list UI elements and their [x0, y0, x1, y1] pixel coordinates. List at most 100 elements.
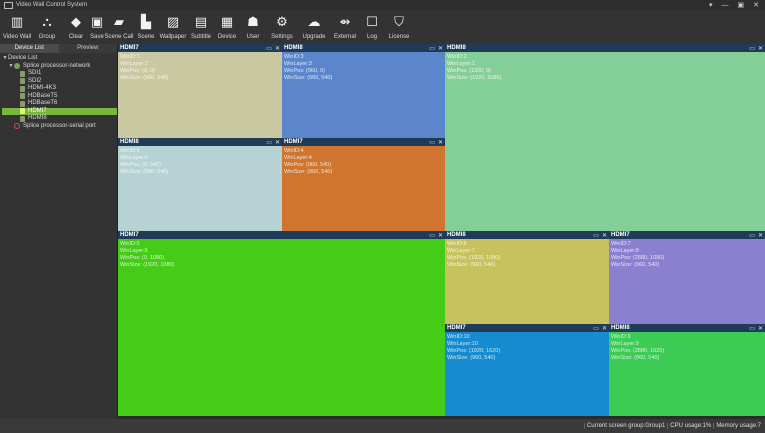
toolbar-clear-label: Clear — [68, 34, 84, 40]
maximize-icon[interactable]: ▣ — [738, 1, 745, 9]
toolbar-wallpaper-button[interactable]: ▨ Wallpaper — [158, 10, 188, 44]
toolbar-video-wall-button[interactable]: ▥ Video Wall — [2, 10, 32, 44]
video-window[interactable]: HDMI8 ▭ ✕ WinID:6 WinLayer:6 WinPos: (0, 540)… — [118, 138, 282, 231]
upgrade-icon: ☁ — [304, 14, 324, 32]
window-controls: ▭ ✕ — [749, 325, 763, 332]
tab-device-list[interactable]: Device List — [0, 44, 59, 53]
window-source-name: HDMI8 — [120, 139, 139, 145]
window-info-line: WinPos: (0, 0) — [120, 68, 155, 74]
toolbar-scene-call-button[interactable]: ▰ Scene Call — [104, 10, 134, 44]
window-info: WinID:3 WinLayer:3 WinPos: (960, 0) WinSize… — [282, 52, 445, 138]
window-header[interactable]: HDMI7 ▭ ✕ — [282, 138, 445, 146]
window-close-icon[interactable]: ✕ — [602, 232, 607, 239]
tree-item-label: HDMI8 — [28, 115, 47, 121]
window-controls: ▭ ✕ — [429, 45, 443, 52]
window-close-icon[interactable]: ✕ — [758, 325, 763, 332]
toolbar-save-button[interactable]: ▣ Save — [90, 10, 104, 44]
window-maximize-icon[interactable]: ▭ — [749, 232, 755, 239]
tree-item[interactable]: SDI1 — [2, 70, 117, 78]
window-header[interactable]: HDMI8 ▭ ✕ — [445, 44, 765, 52]
minimize-icon[interactable]: — — [722, 2, 729, 9]
window-maximize-icon[interactable]: ▭ — [266, 139, 272, 146]
video-window[interactable]: HDMI7 ▭ ✕ WinID:4 WinLayer:4 WinPos: (960, 54… — [282, 138, 445, 231]
tree-item[interactable]: HDBaseT6 — [2, 100, 117, 108]
toolbar-log-label: Log — [366, 34, 377, 40]
window-header[interactable]: HDMI7 ▭ ✕ — [118, 44, 282, 52]
window-source-name: HDMI8 — [447, 232, 466, 238]
video-wall-canvas[interactable]: HDMI7 ▭ ✕ WinID:1 WinLayer:2 WinPos: (0, 0) Wi… — [118, 44, 765, 419]
tree-item[interactable]: HDBaseT5 — [2, 93, 117, 101]
video-window[interactable]: HDMI7 ▭ ✕ WinID:7 WinLayer:8 WinPos: (2880, 1… — [609, 231, 765, 324]
toolbar-device-button[interactable]: ▦ Device — [214, 10, 240, 44]
video-window[interactable]: HDMI7 ▭ ✕ WinID:1 WinLayer:2 WinPos: (0, 0) Wi… — [118, 44, 282, 138]
video-window[interactable]: HDMI7 ▭ ✕ WinID:5 WinLayer:5 WinPos: (0, 1080… — [118, 231, 445, 416]
window-header[interactable]: HDMI8 ▭ ✕ — [118, 138, 282, 146]
window-info-line: WinID:3 — [284, 54, 304, 60]
window-maximize-icon[interactable]: ▭ — [266, 45, 272, 52]
video-window[interactable]: HDMI8 ▭ ✕ WinID:2 WinLayer:1 WinPos: (1920, 0… — [445, 44, 765, 231]
window-maximize-icon[interactable]: ▭ — [429, 45, 435, 52]
license-icon-glyph: ⛉ — [394, 15, 404, 30]
close-icon[interactable]: ✕ — [753, 1, 759, 9]
window-header[interactable]: HDMI8 ▭ ✕ — [282, 44, 445, 52]
window-maximize-icon[interactable]: ▭ — [429, 232, 435, 239]
license-icon: ⛉ — [389, 14, 409, 32]
window-maximize-icon[interactable]: ▭ — [749, 325, 755, 332]
video-window[interactable]: HDMI8 ▭ ✕ WinID:3 WinLayer:3 WinPos: (960, 0)… — [282, 44, 445, 138]
tree-item[interactable]: SDI2 — [2, 78, 117, 86]
window-close-icon[interactable]: ✕ — [438, 45, 443, 52]
toolbar-settings-button[interactable]: ⚙ Settings — [266, 10, 298, 44]
window-close-icon[interactable]: ✕ — [275, 139, 280, 146]
tree-item[interactable]: ▼ Device List — [2, 55, 117, 63]
tree-item[interactable]: Splice processor-serial port — [2, 123, 117, 131]
window-header[interactable]: HDMI7 ▭ ✕ — [609, 231, 765, 239]
device-icon — [20, 78, 25, 85]
window-info: WinID:6 WinLayer:6 WinPos: (0, 540) WinSize… — [118, 146, 282, 231]
window-close-icon[interactable]: ✕ — [602, 325, 607, 332]
toolbar-upgrade-button[interactable]: ☁ Upgrade — [298, 10, 330, 44]
upgrade-icon-glyph: ☁ — [307, 15, 321, 30]
tree-item-label: HDBaseT5 — [28, 92, 58, 99]
window-close-icon[interactable]: ✕ — [275, 45, 280, 52]
group-icon-glyph: ⛬ — [42, 15, 52, 30]
window-close-icon[interactable]: ✕ — [758, 45, 763, 52]
toolbar-log-button[interactable]: ☐ Log — [360, 10, 384, 44]
toolbar-external-button[interactable]: ⇴ External — [330, 10, 360, 44]
window-maximize-icon[interactable]: ▭ — [749, 45, 755, 52]
window-maximize-icon[interactable]: ▭ — [593, 325, 599, 332]
toolbar-device-label: Device — [217, 34, 237, 40]
subtitle-icon: ▤ — [191, 14, 211, 32]
window-info-line: WinPos: (0, 1080) — [120, 255, 165, 261]
video-window[interactable]: HDMI7 ▭ ✕ WinID:10 WinLayer:10 WinPos: (1920,… — [445, 324, 609, 416]
toolbar-subtitle-button[interactable]: ▤ Subtitle — [188, 10, 214, 44]
toolbar-user-button[interactable]: ☗ User — [240, 10, 266, 44]
window-header[interactable]: HDMI7 ▭ ✕ — [445, 324, 609, 332]
tree-item-label: Device List — [8, 55, 38, 61]
tree-item[interactable]: HDMI-4K3 — [2, 85, 117, 93]
tree-item[interactable]: ▼ Splice processor-network — [2, 63, 117, 71]
external-icon: ⇴ — [335, 14, 355, 32]
window-header[interactable]: HDMI8 ▭ ✕ — [609, 324, 765, 332]
window-close-icon[interactable]: ✕ — [438, 139, 443, 146]
toolbar-scene-button[interactable]: ▙ Scene — [134, 10, 158, 44]
window-info-line: WinID:10 — [447, 334, 470, 340]
window-header[interactable]: HDMI7 ▭ ✕ — [118, 231, 445, 239]
window-header[interactable]: HDMI8 ▭ ✕ — [445, 231, 609, 239]
toolbar-license-button[interactable]: ⛉ License — [384, 10, 414, 44]
window-maximize-icon[interactable]: ▭ — [429, 139, 435, 146]
window-close-icon[interactable]: ✕ — [758, 232, 763, 239]
tab-preview[interactable]: Preview — [59, 44, 118, 53]
dropdown-icon[interactable]: ▾ — [709, 1, 713, 9]
window-close-icon[interactable]: ✕ — [438, 232, 443, 239]
window-info-line: WinPos: (2880, 1620) — [611, 348, 665, 354]
window-source-name: HDMI7 — [120, 45, 139, 51]
toolbar-clear-button[interactable]: ◆ Clear — [62, 10, 90, 44]
video-window[interactable]: HDMI8 ▭ ✕ WinID:9 WinLayer:9 WinPos: (2880, 1… — [609, 324, 765, 416]
window-source-name: HDMI7 — [284, 139, 303, 145]
toolbar-external-label: External — [333, 34, 356, 40]
tree-item[interactable]: HDMI8 — [2, 115, 117, 123]
tree-item[interactable]: HDMI7 — [2, 107, 117, 115]
video-window[interactable]: HDMI8 ▭ ✕ WinID:8 WinLayer:7 WinPos: (1920, 1… — [445, 231, 609, 324]
window-maximize-icon[interactable]: ▭ — [593, 232, 599, 239]
toolbar-group-button[interactable]: ⛬ Group — [32, 10, 62, 44]
